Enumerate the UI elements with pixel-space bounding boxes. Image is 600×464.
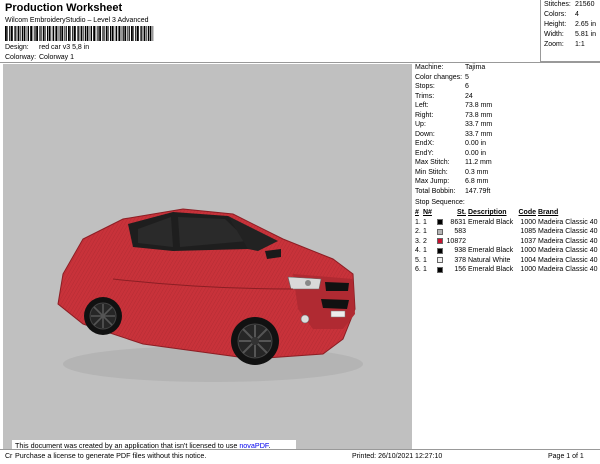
info-row: Left: 73.8 mm: [415, 102, 493, 109]
info-row: EndY: 0.00 in: [415, 149, 487, 157]
worksheet-header: Production Worksheet Wilcom EmbroiderySt…: [0, 0, 540, 62]
colorway-value: Colorway 1: [39, 54, 75, 61]
table-row: 1. 1 8631 Emerald Black 1000 Madeira Classic …: [415, 218, 598, 226]
info-row: Down: 33.7 mm: [415, 130, 493, 138]
info-row: Color changes: 5: [415, 73, 469, 81]
color-swatch: [437, 228, 443, 235]
summary-row: Colors: 4: [544, 11, 579, 18]
stop-sequence-heading: Stop Sequence:: [415, 199, 465, 206]
color-swatch: [437, 266, 443, 273]
table-row: 2. 1 583 1085 Madeira Classic 40: [415, 228, 598, 235]
info-row: Trims: 24: [415, 92, 473, 100]
summary-row: Width: 5.81 in: [544, 31, 597, 38]
page-footer: Cr Printed: 26/10/2021 12:27:10 Page 1 o…: [0, 449, 600, 464]
footer-cr: Cr: [5, 453, 13, 460]
info-row: Max Jump: 6.8 mm: [415, 178, 489, 185]
info-row: Stops: 6: [415, 83, 469, 90]
summary-row: Zoom: 1:1: [544, 41, 585, 48]
car-embroidery-image: [57, 208, 363, 382]
table-header-row: # N# St. Description Code Brand: [415, 209, 559, 216]
design-preview: [3, 64, 412, 449]
printed-timestamp: Printed: 26/10/2021 12:27:10: [352, 453, 443, 460]
info-row: Total Bobbin: 147.79ft: [415, 187, 491, 195]
summary-row: Height: 2.65 in: [544, 21, 597, 28]
colorway-row: Colorway: Colorway 1: [5, 54, 74, 61]
table-row: 4. 1 938 Emerald Black 1000 Madeira Classic 4…: [415, 247, 598, 254]
info-row: EndX: 0.00 in: [415, 140, 487, 147]
info-row: Max Stitch: 11.2 mm: [415, 159, 492, 166]
color-swatch: [437, 238, 443, 245]
summary-panel: Stitches: 21560 Colors: 4 Height: 2.65 in W…: [540, 0, 600, 62]
page-title: Production Worksheet: [5, 2, 123, 14]
color-swatch: [437, 219, 443, 226]
color-swatch: [437, 247, 443, 254]
machine-info-panel: Machine: Tajima Color changes: 5 Stops: 6 Trim…: [414, 63, 600, 196]
barcode: [5, 26, 154, 41]
design-value: red car v3 5,8 in: [39, 44, 90, 51]
software-name: Wilcom EmbroideryStudio – Level 3 Advanc…: [5, 17, 149, 24]
table-row: 5. 1 378 Natural White 1004 Madeira Classic 4…: [415, 256, 598, 264]
design-label: Design:: [5, 44, 29, 51]
colorway-label: Colorway:: [5, 54, 37, 61]
info-row: Min Stitch: 0.3 mm: [415, 168, 489, 176]
design-row: Design: red car v3 5,8 in: [5, 44, 89, 51]
stop-sequence-table: # N# St. Description Code Brand 1. 1 8631 E…: [414, 208, 600, 275]
summary-row: Stitches: 21560: [544, 1, 595, 8]
info-row: Right: 73.8 mm: [415, 111, 493, 119]
table-row: 3. 2 10872 1037 Madeira Classic 40: [415, 237, 598, 245]
info-row: Up: 33.7 mm: [415, 121, 493, 128]
info-row: Machine: Tajima: [415, 64, 486, 71]
page-number: Page 1 of 1: [548, 453, 584, 460]
color-swatch: [437, 257, 443, 264]
table-row: 6. 1 156 Emerald Black 1000 Madeira Classic 4…: [415, 266, 598, 273]
